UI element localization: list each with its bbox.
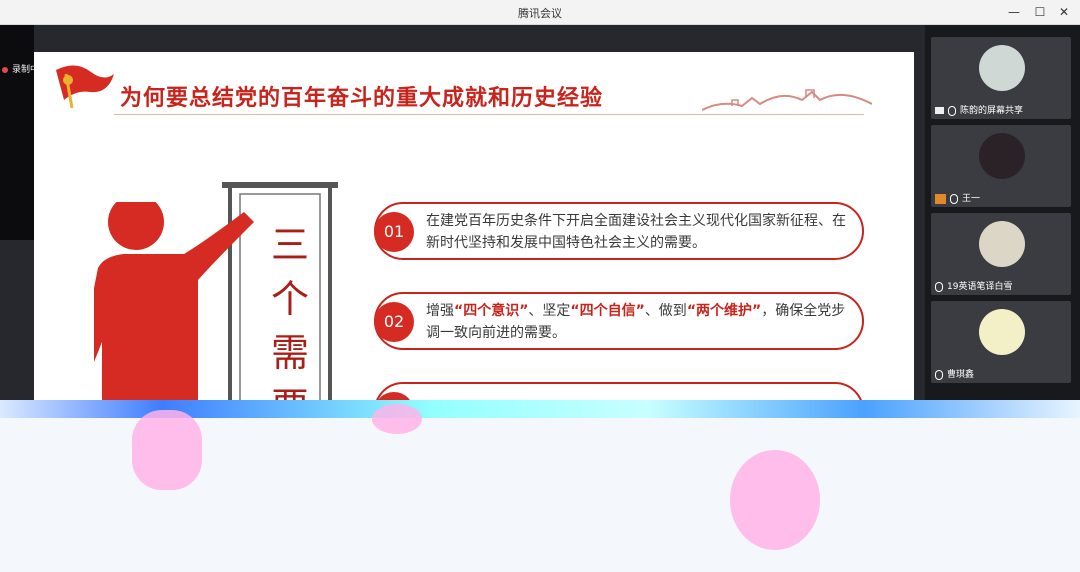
item-text-part: 在建党百年历史条件下开启全面建设社会主义现代化国家新征程、在新时代坚持和发展中国… xyxy=(426,213,846,251)
party-flag-icon xyxy=(56,65,114,109)
item-highlight: “两个维护” xyxy=(686,303,762,319)
left-rail xyxy=(0,25,34,240)
participant-avatar xyxy=(979,133,1025,179)
participant-tile[interactable]: 陈韵的屏幕共享 xyxy=(931,37,1071,119)
need-item-02: 02 增强“四个意识”、坚定“四个自信”、做到“两个维护”，确保全党步调一致向前… xyxy=(374,292,864,350)
mic-icon xyxy=(950,193,958,204)
item-text-part: 、坚定 xyxy=(528,303,571,319)
participant-name-text: 王一 xyxy=(962,194,981,204)
item-text-part: 、做到 xyxy=(644,303,687,319)
participant-name: 曹琪鑫 xyxy=(935,367,974,380)
window-title: 腾讯会议 xyxy=(518,7,562,20)
item-text-part: 增强 xyxy=(426,303,454,319)
user-badge-icon xyxy=(935,193,946,204)
minimize-button[interactable]: — xyxy=(1004,3,1024,21)
title-bar: 腾讯会议 — ☐ ✕ xyxy=(0,0,1080,25)
presenter-figure-icon xyxy=(94,202,254,402)
participant-name-text: 陈韵的屏幕共享 xyxy=(960,106,1024,116)
participant-tile[interactable]: 曹琪鑫 xyxy=(931,301,1071,383)
item-number-badge: 02 xyxy=(374,302,414,342)
shared-slide: 为何要总结党的百年奋斗的重大成就和历史经验 三 个 需 要 01 在建党百年历史… xyxy=(34,52,914,402)
participant-avatar xyxy=(979,45,1025,91)
need-item-01: 01 在建党百年历史条件下开启全面建设社会主义现代化国家新征程、在新时代坚持和发… xyxy=(374,202,864,260)
participant-avatar xyxy=(979,309,1025,355)
glitch-artifact xyxy=(132,410,202,490)
item-text: 在建党百年历史条件下开启全面建设社会主义现代化国家新征程、在新时代坚持和发展中国… xyxy=(426,210,848,254)
participant-name: 王一 xyxy=(935,191,980,204)
participant-avatar xyxy=(979,221,1025,267)
participant-name: 19英语笔译白雪 xyxy=(935,279,1012,292)
participant-tile[interactable]: 19英语笔译白雪 xyxy=(931,213,1071,295)
recording-dot-icon xyxy=(2,66,8,73)
participant-name-text: 19英语笔译白雪 xyxy=(947,282,1013,292)
mic-icon xyxy=(935,369,943,380)
participant-name: 陈韵的屏幕共享 xyxy=(935,103,1023,116)
glitch-artifact xyxy=(730,450,820,550)
need-item-03: 03 xyxy=(374,382,864,402)
item-text: 增强“四个意识”、坚定“四个自信”、做到“两个维护”，确保全党步调一致向前进的需… xyxy=(426,300,848,344)
slide-title: 为何要总结党的百年奋斗的重大成就和历史经验 xyxy=(120,85,604,111)
maximize-button[interactable]: ☐ xyxy=(1030,3,1050,21)
participant-tile[interactable]: 王一 xyxy=(931,125,1071,207)
screen-share-icon xyxy=(935,107,944,114)
great-wall-decoration xyxy=(702,89,872,111)
item-highlight: “四个自信” xyxy=(570,303,645,319)
participant-name-text: 曹琪鑫 xyxy=(947,370,975,380)
item-number-badge: 01 xyxy=(374,212,414,252)
glitch-artifact xyxy=(372,404,422,434)
participant-panel: 陈韵的屏幕共享 王一 19英语笔译白雪 曹琪鑫 xyxy=(925,25,1080,405)
close-button[interactable]: ✕ xyxy=(1054,3,1074,21)
mic-icon xyxy=(935,281,943,292)
mic-icon xyxy=(948,105,956,116)
item-highlight: “四个意识” xyxy=(454,303,529,319)
video-glitch-area xyxy=(0,400,1080,572)
